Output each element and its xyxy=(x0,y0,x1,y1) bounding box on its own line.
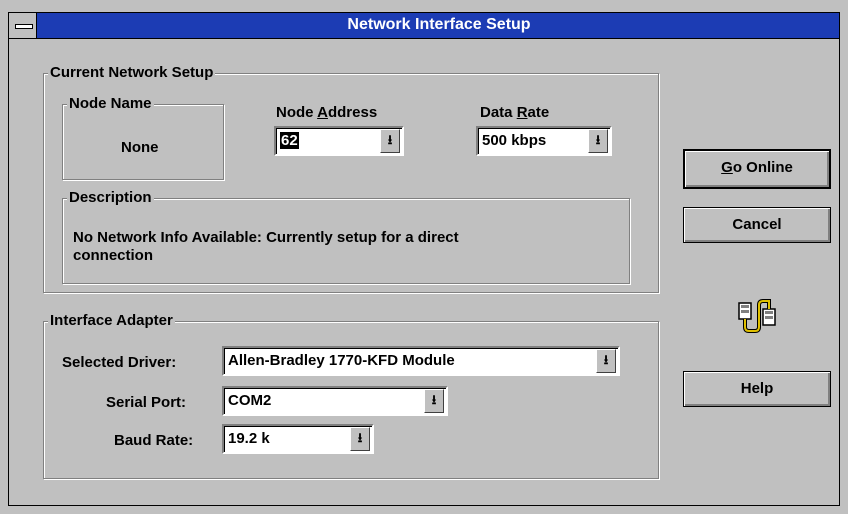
serial-port-combo[interactable]: COM2 ⭳ xyxy=(222,386,448,416)
window-title: Network Interface Setup xyxy=(347,16,531,33)
serial-port-label: Serial Port: xyxy=(106,394,187,411)
dropdown-arrow-icon[interactable]: ⭳ xyxy=(588,129,608,153)
dropdown-arrow-icon[interactable]: ⭳ xyxy=(596,349,616,373)
data-rate-value[interactable]: 500 kbps xyxy=(482,132,546,149)
title-bar[interactable]: Network Interface Setup xyxy=(9,13,839,39)
cancel-button[interactable]: Cancel xyxy=(683,207,831,243)
node-address-combo[interactable]: 62 ⭳ xyxy=(274,126,404,156)
current-network-setup-legend: Current Network Setup xyxy=(48,64,216,82)
network-interface-setup-window: Network Interface Setup Current Network … xyxy=(8,12,840,506)
data-rate-combo[interactable]: 500 kbps ⭳ xyxy=(476,126,612,156)
description-legend: Description xyxy=(67,189,154,207)
data-rate-label: Data Rate xyxy=(480,104,550,121)
help-button[interactable]: Help xyxy=(683,371,831,407)
dropdown-arrow-icon[interactable]: ⭳ xyxy=(350,427,370,451)
serial-port-value[interactable]: COM2 xyxy=(228,392,271,409)
description-group: Description No Network Info Available: C… xyxy=(62,189,630,284)
node-address-value[interactable]: 62 xyxy=(280,132,299,149)
node-name-legend: Node Name xyxy=(67,95,154,113)
current-network-setup-group: Current Network Setup Node Name None Nod… xyxy=(43,64,659,293)
system-menu-icon[interactable] xyxy=(9,13,37,38)
node-name-group: Node Name None xyxy=(62,95,224,180)
description-text-line2: connection xyxy=(73,247,154,264)
go-online-button[interactable]: Go Online xyxy=(683,149,831,189)
interface-adapter-legend: Interface Adapter xyxy=(48,312,175,330)
dropdown-arrow-icon[interactable]: ⭳ xyxy=(380,129,400,153)
baud-rate-value[interactable]: 19.2 k xyxy=(228,430,270,447)
node-address-label: Node Address xyxy=(276,104,378,121)
network-cable-icon xyxy=(738,299,776,333)
baud-rate-combo[interactable]: 19.2 k ⭳ xyxy=(222,424,374,454)
selected-driver-value[interactable]: Allen-Bradley 1770-KFD Module xyxy=(228,352,455,369)
selected-driver-combo[interactable]: Allen-Bradley 1770-KFD Module ⭳ xyxy=(222,346,620,376)
interface-adapter-group: Interface Adapter Selected Driver: Allen… xyxy=(43,312,659,479)
dropdown-arrow-icon[interactable]: ⭳ xyxy=(424,389,444,413)
baud-rate-label: Baud Rate: xyxy=(114,432,194,449)
description-text-line1: No Network Info Available: Currently set… xyxy=(73,229,459,246)
node-name-value: None xyxy=(121,139,159,156)
selected-driver-label: Selected Driver: xyxy=(62,354,177,371)
